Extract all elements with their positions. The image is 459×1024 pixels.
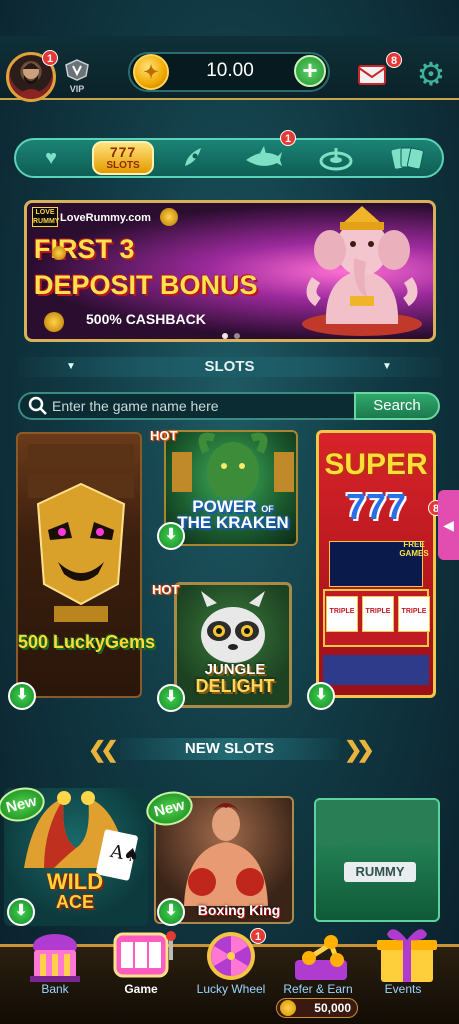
reel-triple-3: TRIPLE <box>398 596 430 632</box>
mail-badge: 8 <box>386 52 402 68</box>
coin-icon <box>280 1000 296 1016</box>
banner-headline-2: DEPOSIT BONUS <box>34 270 258 300</box>
cloth-cover-icon <box>316 800 438 848</box>
tab-fish[interactable] <box>243 144 285 172</box>
kraken-title: POWER OF THE KRAKEN <box>168 498 298 532</box>
vip-shield-icon <box>65 59 89 81</box>
hot-tag: HOT <box>150 428 178 443</box>
jungle-title-line2: DELIGHT <box>195 676 275 696</box>
bank-icon <box>30 934 80 982</box>
slot-machine-icon <box>113 931 176 978</box>
nav-bank-label: Bank <box>41 982 69 996</box>
reel-triple-1: TRIPLE <box>326 596 358 632</box>
roulette-icon <box>319 148 353 171</box>
download-icon[interactable]: ⬇ <box>7 898 35 926</box>
slots-777-icon: 777 <box>109 144 137 160</box>
download-icon[interactable]: ⬇ <box>157 522 185 550</box>
coin-icon: ✦ <box>133 54 169 90</box>
rummy-title: RUMMY <box>344 862 416 882</box>
tab-rocket[interactable] <box>172 144 214 172</box>
super-777-title: SUPER <box>324 448 428 481</box>
gift-box-icon <box>377 929 437 982</box>
balance-value: 10.00 <box>206 60 254 81</box>
shark-icon <box>246 146 282 166</box>
lucky-gems-title: 500 LuckyGems <box>18 632 156 652</box>
search-input[interactable] <box>52 396 348 416</box>
jungle-delight-title: JUNGLE DELIGHT <box>180 662 290 696</box>
category-bar <box>14 138 444 178</box>
tab-cards[interactable] <box>386 144 428 172</box>
ganesha-illustration <box>302 206 422 336</box>
mail-icon[interactable] <box>356 60 390 88</box>
brand-logo-text: LOVE RUMMY <box>33 209 60 225</box>
download-icon[interactable]: ⬇ <box>307 682 335 710</box>
reel-triple-2: TRIPLE <box>362 596 394 632</box>
super-777-number: 777 <box>345 486 407 527</box>
tab-roulette[interactable] <box>315 144 357 172</box>
share-network-icon <box>295 935 347 980</box>
banner-subline: 500% CASHBACK <box>86 311 206 327</box>
coin-icon <box>52 246 66 260</box>
carousel-dot[interactable] <box>234 333 240 339</box>
banner-brand: LoveRummy.com <box>60 212 151 224</box>
triangle-down-icon: ▼ <box>382 361 392 372</box>
search-button[interactable]: Search <box>354 392 440 420</box>
download-icon[interactable]: ⬇ <box>157 898 185 926</box>
chevron-right-icon[interactable]: ❯❯ <box>344 737 375 763</box>
add-cash-button[interactable]: + <box>294 55 326 87</box>
banner-headline-1: FIRST 3 <box>34 234 135 264</box>
nav-refer-earn-label: Refer & Earn <box>283 982 353 996</box>
search-icon <box>28 396 48 416</box>
avatar-badge: 1 <box>42 50 58 66</box>
nav-game-label: Game <box>124 982 158 996</box>
side-drawer-handle[interactable]: ◀ <box>438 490 459 560</box>
download-icon[interactable]: ⬇ <box>157 684 185 712</box>
favorites-icon[interactable]: ♥ <box>30 144 72 172</box>
download-icon[interactable]: ⬇ <box>8 682 36 710</box>
boxing-king-title: Boxing King <box>197 902 281 918</box>
nav-lucky-wheel-label: Lucky Wheel <box>196 982 266 996</box>
lucky-wheel-badge: 1 <box>250 928 266 944</box>
brand-logo: LOVE RUMMY <box>32 207 60 227</box>
tab-slots-label: SLOTS <box>106 160 140 171</box>
carousel-dot-active[interactable] <box>222 333 228 339</box>
vip-icon[interactable]: VIP <box>62 58 92 94</box>
gear-icon[interactable]: ⚙ <box>414 57 448 91</box>
coin-icon <box>160 208 178 226</box>
kraken-title-line3: THE KRAKEN <box>177 513 289 532</box>
coin-icon <box>44 312 64 332</box>
button-panel <box>323 655 429 685</box>
vip-label: VIP <box>69 84 85 94</box>
game-tile-lucky-gems[interactable] <box>16 432 142 698</box>
chevron-left-icon: ◀ <box>443 517 454 533</box>
rocket-icon <box>185 148 201 166</box>
free-games-label: FREE GAMES <box>399 540 429 558</box>
nav-events-label: Events <box>384 982 422 996</box>
new-slots-title: NEW SLOTS <box>184 740 275 757</box>
lemur-character-icon <box>201 591 265 663</box>
cards-icon <box>391 147 424 170</box>
golden-mask-icon <box>28 444 134 622</box>
hot-tag: HOT <box>152 582 180 597</box>
tab-slots[interactable]: 777 SLOTS <box>92 141 154 175</box>
game-tile-rummy[interactable]: RUMMY <box>314 798 440 922</box>
wild-ace-line1: WILD <box>46 869 104 894</box>
fish-tab-badge: 1 <box>280 130 296 146</box>
